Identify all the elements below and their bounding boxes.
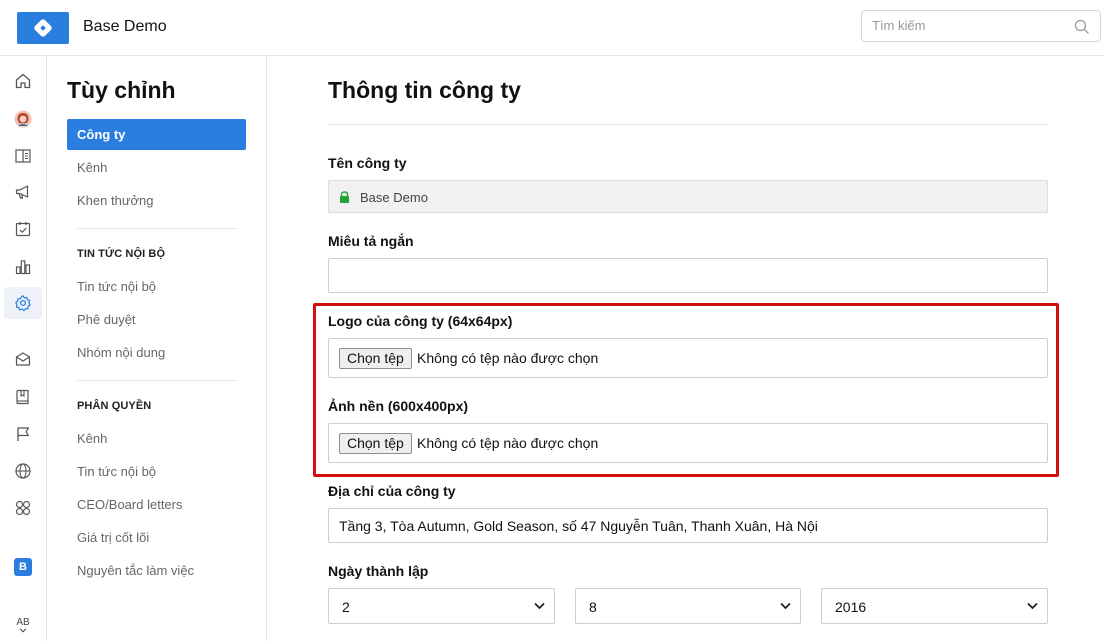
sidebar-item-work-principles[interactable]: Nguyên tắc làm việc: [67, 555, 246, 586]
sidebar-item-content-groups[interactable]: Nhóm nội dung: [67, 337, 246, 368]
rail-tasks[interactable]: [4, 213, 42, 245]
search-icon[interactable]: [1074, 19, 1090, 35]
rail-handbook[interactable]: [4, 381, 42, 413]
rail-apps[interactable]: [4, 492, 42, 524]
lock-icon: [340, 191, 349, 203]
app-title: Base Demo: [83, 18, 167, 35]
company-name-value: Base Demo: [360, 190, 428, 205]
choose-logo-file-button[interactable]: Chọn tệp: [339, 348, 412, 369]
divider: [77, 380, 236, 381]
rail-network[interactable]: [4, 455, 42, 487]
bar-chart-icon: [15, 260, 31, 275]
short-description-label: Miêu tả ngắn: [328, 233, 414, 249]
section-permissions: PHÂN QUYỀN: [77, 400, 152, 412]
home-icon: [15, 73, 31, 89]
sidebar-item-ceo-letters[interactable]: CEO/Board letters: [67, 489, 246, 520]
rail-workspace[interactable]: B: [4, 551, 42, 583]
founded-month-value: 8: [589, 599, 597, 615]
founded-day-select[interactable]: 2: [328, 588, 555, 624]
settings-sidebar: Tùy chỉnh Công ty Kênh Khen thưởng TIN T…: [47, 56, 267, 641]
sidebar-item-perm-channels[interactable]: Kênh: [67, 423, 246, 454]
globe-icon: [15, 463, 31, 479]
workspace-badge: B: [14, 558, 32, 576]
rail-profile[interactable]: [4, 103, 42, 135]
rail-announcements[interactable]: [4, 176, 42, 208]
sidebar-item-core-values[interactable]: Giá trị cốt lõi: [67, 522, 246, 553]
choose-background-file-button[interactable]: Chọn tệp: [339, 433, 412, 454]
chevron-down-icon: [1027, 602, 1038, 610]
rail-news[interactable]: [4, 140, 42, 172]
rail-language[interactable]: AB: [4, 609, 42, 641]
sidebar-item-company[interactable]: Công ty: [67, 119, 246, 150]
chevron-down-icon: [780, 602, 791, 610]
mail-icon: [15, 352, 31, 366]
address-input[interactable]: [328, 508, 1048, 543]
chevron-down-icon: [19, 627, 27, 632]
logo-label: Logo của công ty (64x64px): [328, 313, 513, 329]
founded-date-label: Ngày thành lập: [328, 563, 429, 579]
founded-day-value: 2: [342, 599, 350, 615]
top-bar: Base Demo: [0, 0, 1104, 56]
flag-icon: [17, 427, 30, 441]
app-logo[interactable]: [17, 12, 69, 44]
rail-goals[interactable]: [4, 418, 42, 450]
background-file-input[interactable]: Chọn tệp Không có tệp nào được chọn: [328, 423, 1048, 463]
divider: [77, 228, 236, 229]
sidebar-title: Tùy chỉnh: [67, 77, 176, 103]
notebook-icon: [16, 389, 29, 405]
book-panel-icon: [15, 149, 31, 163]
short-description-input[interactable]: [328, 258, 1048, 293]
search-input[interactable]: [872, 18, 1062, 33]
rail-home[interactable]: [4, 65, 42, 97]
company-name-label: Tên công ty: [328, 155, 407, 171]
founded-month-select[interactable]: 8: [575, 588, 801, 624]
apps-icon: [15, 500, 31, 516]
logo-file-status: Không có tệp nào được chọn: [417, 350, 599, 366]
gear-icon: [15, 295, 31, 312]
page-title: Thông tin công ty: [328, 77, 521, 103]
sidebar-item-rewards[interactable]: Khen thưởng: [67, 185, 246, 216]
rail-settings[interactable]: [4, 287, 42, 319]
founded-year-select[interactable]: 2016: [821, 588, 1048, 624]
background-label: Ảnh nền (600x400px): [328, 398, 469, 414]
chevron-down-icon: [534, 602, 545, 610]
logo-file-input[interactable]: Chọn tệp Không có tệp nào được chọn: [328, 338, 1048, 378]
sidebar-item-channels[interactable]: Kênh: [67, 152, 246, 183]
logo-mark-icon: [33, 18, 53, 38]
main-content: Thông tin công ty Tên công ty Base Demo …: [267, 56, 1104, 641]
sidebar-item-perm-internal-news[interactable]: Tin tức nội bộ: [67, 456, 246, 487]
icon-rail: B AB: [0, 56, 47, 641]
language-label: AB: [16, 616, 30, 628]
search-box[interactable]: [861, 10, 1101, 42]
section-internal-news: TIN TỨC NỘI BỘ: [77, 248, 166, 260]
sidebar-item-internal-news[interactable]: Tin tức nội bộ: [67, 271, 246, 302]
rail-mail[interactable]: [4, 343, 42, 375]
avatar-icon: [14, 110, 32, 128]
company-name-field: Base Demo: [328, 180, 1048, 213]
sidebar-item-approval[interactable]: Phê duyệt: [67, 304, 246, 335]
divider: [328, 124, 1048, 125]
founded-year-value: 2016: [835, 599, 867, 615]
background-file-status: Không có tệp nào được chọn: [417, 435, 599, 451]
rail-reports[interactable]: [4, 251, 42, 283]
checkbox-icon: [15, 222, 31, 237]
address-label: Địa chỉ của công ty: [328, 483, 456, 499]
megaphone-icon: [15, 185, 29, 199]
